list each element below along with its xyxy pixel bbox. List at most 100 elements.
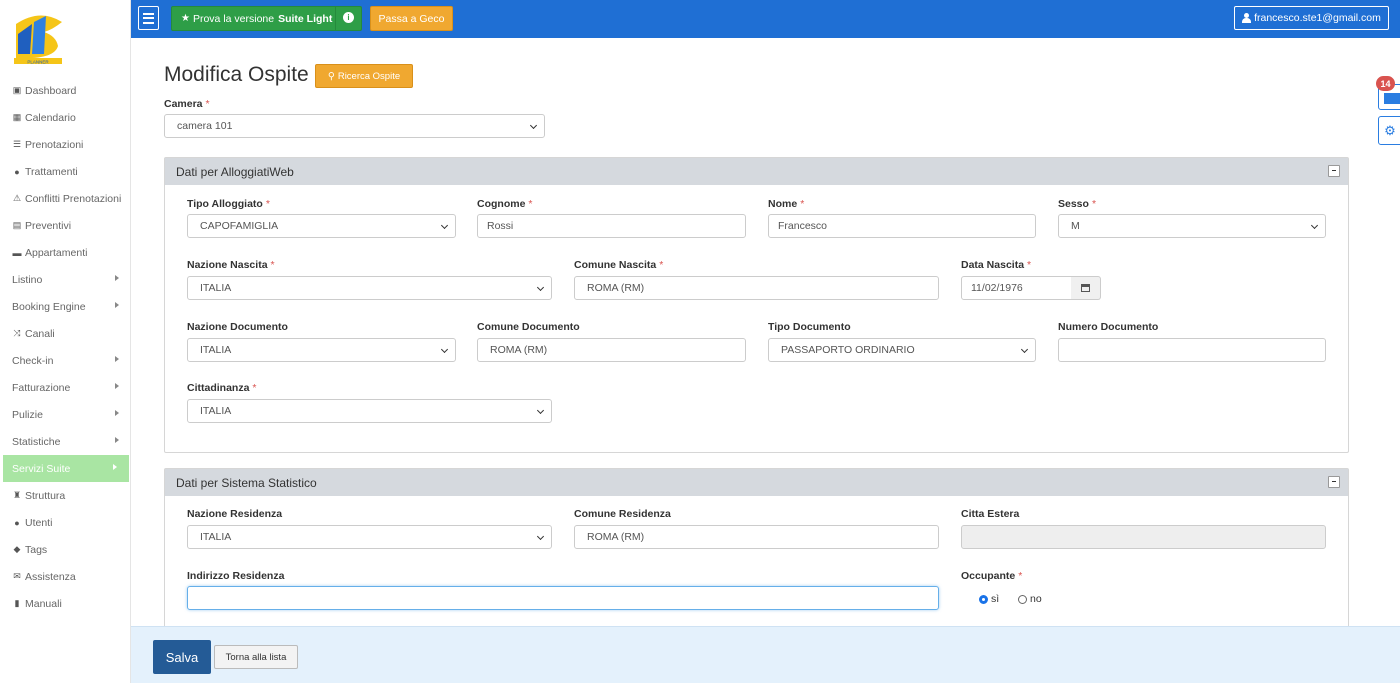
sidebar-item-manuali[interactable]: ▮ Manuali	[0, 590, 131, 617]
planner-logo[interactable]: PLANNER	[10, 10, 68, 66]
switch-to-geco-button[interactable]: Passa a Geco	[370, 6, 453, 31]
chevron-down-icon	[440, 221, 449, 230]
sidebar-item-trattamenti[interactable]: ● Trattamenti	[0, 158, 131, 185]
nome-label: Nome *	[768, 198, 805, 210]
notification-badge: 14	[1376, 76, 1395, 91]
cittadinanza-select[interactable]: ITALIA	[187, 399, 552, 423]
sidebar-item-canali[interactable]: ⤨ Canali	[0, 320, 131, 347]
sidebar-item-label: Struttura	[25, 489, 66, 502]
tipo-alloggiato-select[interactable]: CAPOFAMIGLIA	[187, 214, 456, 238]
comune-residenza-select[interactable]: ROMA (RM)	[574, 525, 939, 549]
sidebar-item-preventivi[interactable]: ▤ Preventivi	[0, 212, 131, 239]
envelope-icon	[1384, 93, 1400, 104]
data-nascita-label: Data Nascita *	[961, 259, 1032, 271]
sidebar-item-utenti[interactable]: ● Utenti	[0, 509, 131, 536]
alloggiati-panel-title: Dati per AlloggiatiWeb	[176, 164, 294, 179]
sidebar-item-label: Appartamenti	[25, 246, 88, 259]
sidebar-item-label: Calendario	[25, 111, 76, 124]
statistico-panel-header: Dati per Sistema Statistico	[165, 469, 1348, 496]
nome-input[interactable]: Francesco	[768, 214, 1036, 238]
sidebar-item-label: Dashboard	[25, 84, 77, 97]
sidebar-item-label: Conflitti Prenotazioni	[25, 192, 122, 205]
info-icon[interactable]: i	[343, 12, 354, 23]
sidebar-item-label: Utenti	[25, 516, 53, 529]
sidebar-item-servizi-suite[interactable]: Servizi Suite	[3, 455, 129, 482]
occupante-yes-radio[interactable]: sì	[979, 593, 999, 605]
user-menu-button[interactable]: francesco.ste1@gmail.com	[1234, 6, 1389, 30]
try-suite-light-button[interactable]: ★ Prova la versione Suite Light i	[171, 6, 362, 31]
chevron-down-icon	[529, 121, 538, 130]
sidebar-item-assistenza[interactable]: ✉ Assistenza	[0, 563, 131, 590]
calendar-icon	[1081, 284, 1090, 292]
nazione-residenza-select[interactable]: ITALIA	[187, 525, 552, 549]
numero-documento-input[interactable]	[1058, 338, 1326, 362]
citta-estera-label: Citta Estera	[961, 508, 1020, 520]
sidebar-item-listino[interactable]: Listino	[0, 266, 131, 293]
sidebar-item-label: Canali	[25, 327, 55, 340]
sidebar-item-dashboard[interactable]: ▣ Dashboard	[0, 77, 131, 104]
search-guest-button[interactable]: ⚲ Ricerca Ospite	[315, 64, 413, 88]
sidebar-item-conflitti-prenotazioni[interactable]: ⚠ Conflitti Prenotazioni	[0, 185, 131, 212]
sidebar-item-label: Preventivi	[25, 219, 72, 232]
suite-strong-text: Suite Light	[278, 12, 333, 25]
sidebar-item-struttura[interactable]: ♜ Struttura	[0, 482, 131, 509]
indirizzo-residenza-input[interactable]	[187, 586, 939, 610]
star-icon: ★	[181, 13, 190, 24]
camera-select[interactable]: camera 101	[164, 114, 545, 138]
nazione-nascita-select[interactable]: ITALIA	[187, 276, 552, 300]
sidebar-item-check-in[interactable]: Check-in	[0, 347, 131, 374]
shuffle-icon: ⤨	[13, 328, 21, 338]
numero-documento-label: Numero Documento	[1058, 321, 1159, 333]
back-to-list-button[interactable]: Torna alla lista	[214, 645, 298, 669]
gears-icon: ⚙	[1384, 122, 1396, 138]
sidebar-item-label: Fatturazione	[12, 381, 71, 394]
camera-label: Camera *	[164, 98, 210, 110]
comune-documento-select[interactable]: ROMA (RM)	[477, 338, 746, 362]
comune-nascita-select[interactable]: ROMA (RM)	[574, 276, 939, 300]
data-nascita-input[interactable]: 11/02/1976	[961, 276, 1072, 300]
document-icon: ▤	[12, 220, 22, 230]
sidebar-item-fatturazione[interactable]: Fatturazione	[0, 374, 131, 401]
sidebar-item-prenotazioni[interactable]: ☰ Prenotazioni	[0, 131, 131, 158]
sidebar-item-pulizie[interactable]: Pulizie	[0, 401, 131, 428]
nazione-documento-select[interactable]: ITALIA	[187, 338, 456, 362]
settings-gears-button[interactable]: ⚙	[1378, 116, 1400, 145]
tags-icon: ◆	[13, 544, 21, 554]
nazione-documento-label: Nazione Documento	[187, 321, 288, 333]
caret-right-icon	[115, 410, 119, 416]
menu-toggle-button[interactable]	[138, 6, 159, 30]
save-button[interactable]: Salva	[153, 640, 211, 674]
cognome-label: Cognome *	[477, 198, 533, 210]
radio-selected-icon	[979, 594, 988, 604]
date-picker-button[interactable]	[1071, 276, 1101, 300]
comune-nascita-label: Comune Nascita *	[574, 259, 664, 271]
chevron-down-icon	[440, 345, 449, 354]
apple-icon: ●	[14, 166, 20, 177]
occupante-no-radio[interactable]: no	[1018, 593, 1042, 605]
indirizzo-residenza-label: Indirizzo Residenza	[187, 570, 285, 582]
collapse-panel-button[interactable]	[1328, 476, 1340, 488]
chevron-down-icon	[1020, 345, 1029, 354]
sidebar-item-appartamenti[interactable]: ▬ Appartamenti	[0, 239, 131, 266]
sidebar-item-statistiche[interactable]: Statistiche	[0, 428, 131, 455]
tipo-documento-label: Tipo Documento	[768, 321, 851, 333]
comune-residenza-label: Comune Residenza	[574, 508, 671, 520]
user-email: francesco.ste1@gmail.com	[1254, 12, 1381, 24]
sidebar-item-calendario[interactable]: ▦ Calendario	[0, 104, 131, 131]
nazione-nascita-label: Nazione Nascita *	[187, 259, 275, 271]
svg-text:PLANNER: PLANNER	[27, 60, 49, 65]
sidebar-item-label: Statistiche	[12, 435, 61, 448]
caret-right-icon	[115, 437, 119, 443]
chevron-down-icon	[536, 406, 545, 415]
alloggiati-panel-header: Dati per AlloggiatiWeb	[165, 158, 1348, 185]
cittadinanza-label: Cittadinanza *	[187, 382, 257, 394]
top-bar: ★ Prova la versione Suite Light i Passa …	[131, 0, 1400, 38]
cognome-input[interactable]: Rossi	[477, 214, 746, 238]
sidebar-item-booking-engine[interactable]: Booking Engine	[0, 293, 131, 320]
caret-right-icon	[115, 275, 119, 281]
collapse-panel-button[interactable]	[1328, 165, 1340, 177]
tipo-documento-select[interactable]: PASSAPORTO ORDINARIO	[768, 338, 1036, 362]
building-icon: ♜	[12, 490, 22, 500]
sidebar-item-tags[interactable]: ◆ Tags	[0, 536, 131, 563]
sesso-select[interactable]: M	[1058, 214, 1326, 238]
